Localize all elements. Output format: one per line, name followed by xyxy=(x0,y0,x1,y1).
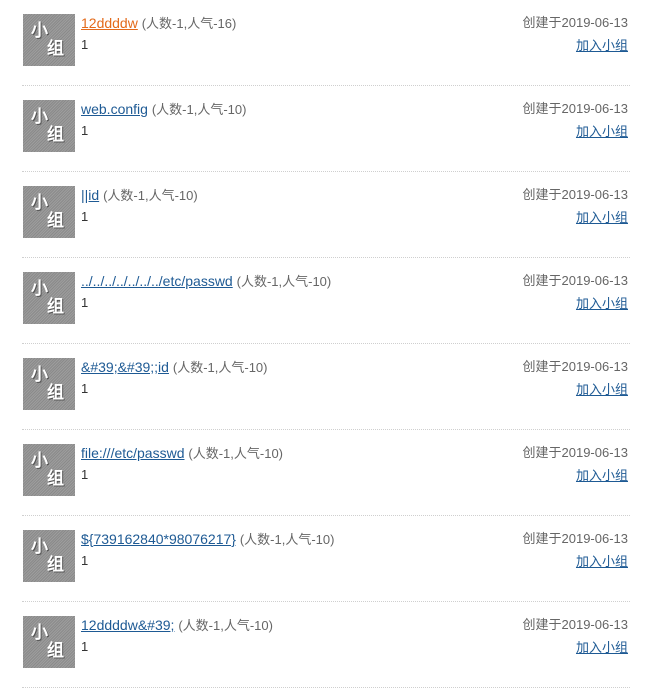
group-name-link[interactable]: 12ddddw&#39; xyxy=(81,617,174,633)
group-name-link[interactable]: 12ddddw xyxy=(81,15,138,31)
avatar-glyph: 组 xyxy=(47,211,64,231)
avatar-glyph: 小 xyxy=(31,279,48,299)
group-title-line: file:///etc/passwd (人数-1,人气-10) xyxy=(81,444,283,463)
group-stats: (人数-1,人气-10) xyxy=(172,360,268,375)
group-avatar[interactable]: 小 组 xyxy=(23,358,75,410)
group-created-date: 创建于2019-06-13 xyxy=(522,617,629,632)
group-description: 1 xyxy=(81,553,89,568)
group-item: 小 组 ||id (人数-1,人气-10) 1 创建于2019-06-13 加入… xyxy=(22,172,630,258)
group-created-date: 创建于2019-06-13 xyxy=(522,273,629,288)
group-description: 1 xyxy=(81,37,89,52)
join-group-link[interactable]: 加入小组 xyxy=(576,210,628,226)
group-avatar[interactable]: 小 组 xyxy=(23,616,75,668)
avatar-glyph: 小 xyxy=(31,451,48,471)
group-item: 小 组 &#39;&#39;;id (人数-1,人气-10) 1 创建于2019… xyxy=(22,344,630,430)
group-title-line: 12ddddw (人数-1,人气-16) xyxy=(81,14,236,33)
group-created-date: 创建于2019-06-13 xyxy=(522,445,629,460)
group-stats: (人数-1,人气-10) xyxy=(103,188,198,203)
group-description: 1 xyxy=(81,209,89,224)
join-group-link[interactable]: 加入小组 xyxy=(576,554,628,570)
avatar-glyph: 组 xyxy=(47,297,64,317)
group-stats: (人数-1,人气-10) xyxy=(188,446,284,461)
group-list: 小 组 12ddddw (人数-1,人气-16) 1 创建于2019-06-13… xyxy=(0,0,661,688)
avatar-glyph: 组 xyxy=(47,39,64,59)
group-title-line: ||id (人数-1,人气-10) xyxy=(81,186,198,205)
join-group-link[interactable]: 加入小组 xyxy=(576,124,628,140)
group-description: 1 xyxy=(81,639,89,654)
group-stats: (人数-1,人气-10) xyxy=(239,532,335,547)
group-name-link[interactable]: web.config xyxy=(81,101,148,117)
group-created-date: 创建于2019-06-13 xyxy=(522,531,629,546)
group-avatar[interactable]: 小 组 xyxy=(23,530,75,582)
group-avatar[interactable]: 小 组 xyxy=(23,100,75,152)
avatar-glyph: 小 xyxy=(31,107,48,127)
group-stats: (人数-1,人气-10) xyxy=(178,618,273,633)
group-description: 1 xyxy=(81,123,89,138)
group-name-link[interactable]: file:///etc/passwd xyxy=(81,445,185,461)
group-stats: (人数-1,人气-10) xyxy=(236,274,332,289)
avatar-glyph: 小 xyxy=(31,623,48,643)
group-name-link[interactable]: &#39;&#39;;id xyxy=(81,359,169,375)
join-group-link[interactable]: 加入小组 xyxy=(576,382,628,398)
join-group-link[interactable]: 加入小组 xyxy=(576,468,628,484)
group-title-line: 12ddddw&#39; (人数-1,人气-10) xyxy=(81,616,273,635)
group-description: 1 xyxy=(81,381,89,396)
group-stats: (人数-1,人气-10) xyxy=(151,102,247,117)
group-item: 小 组 file:///etc/passwd (人数-1,人气-10) 1 创建… xyxy=(22,430,630,516)
group-item: 小 组 12ddddw (人数-1,人气-16) 1 创建于2019-06-13… xyxy=(22,0,630,86)
group-created-date: 创建于2019-06-13 xyxy=(522,101,629,116)
group-avatar[interactable]: 小 组 xyxy=(23,444,75,496)
group-avatar[interactable]: 小 组 xyxy=(23,272,75,324)
avatar-glyph: 组 xyxy=(47,125,64,145)
group-avatar[interactable]: 小 组 xyxy=(23,14,75,66)
group-name-link[interactable]: ||id xyxy=(81,187,99,203)
group-item: 小 组 12ddddw&#39; (人数-1,人气-10) 1 创建于2019-… xyxy=(22,602,630,688)
group-title-line: ${739162840*98076217} (人数-1,人气-10) xyxy=(81,530,334,549)
group-name-link[interactable]: ${739162840*98076217} xyxy=(81,531,236,547)
avatar-glyph: 组 xyxy=(47,555,64,575)
group-item: 小 组 web.config (人数-1,人气-10) 1 创建于2019-06… xyxy=(22,86,630,172)
group-item: 小 组 ${739162840*98076217} (人数-1,人气-10) 1… xyxy=(22,516,630,602)
group-created-date: 创建于2019-06-13 xyxy=(522,15,629,30)
join-group-link[interactable]: 加入小组 xyxy=(576,38,628,54)
avatar-glyph: 小 xyxy=(31,193,48,213)
group-created-date: 创建于2019-06-13 xyxy=(522,359,629,374)
join-group-link[interactable]: 加入小组 xyxy=(576,640,628,656)
join-group-link[interactable]: 加入小组 xyxy=(576,296,628,312)
group-description: 1 xyxy=(81,467,89,482)
group-created-date: 创建于2019-06-13 xyxy=(522,187,629,202)
group-title-line: web.config (人数-1,人气-10) xyxy=(81,100,246,119)
group-name-link[interactable]: ../../../../../../../etc/passwd xyxy=(81,273,233,289)
group-description: 1 xyxy=(81,295,89,310)
group-stats: (人数-1,人气-16) xyxy=(141,16,237,31)
group-item: 小 组 ../../../../../../../etc/passwd (人数-… xyxy=(22,258,630,344)
avatar-glyph: 组 xyxy=(47,383,64,403)
group-title-line: ../../../../../../../etc/passwd (人数-1,人气… xyxy=(81,272,331,291)
avatar-glyph: 小 xyxy=(31,365,48,385)
avatar-glyph: 组 xyxy=(47,641,64,661)
avatar-glyph: 小 xyxy=(31,537,48,557)
avatar-glyph: 小 xyxy=(31,21,48,41)
group-title-line: &#39;&#39;;id (人数-1,人气-10) xyxy=(81,358,267,377)
avatar-glyph: 组 xyxy=(47,469,64,489)
group-avatar[interactable]: 小 组 xyxy=(23,186,75,238)
